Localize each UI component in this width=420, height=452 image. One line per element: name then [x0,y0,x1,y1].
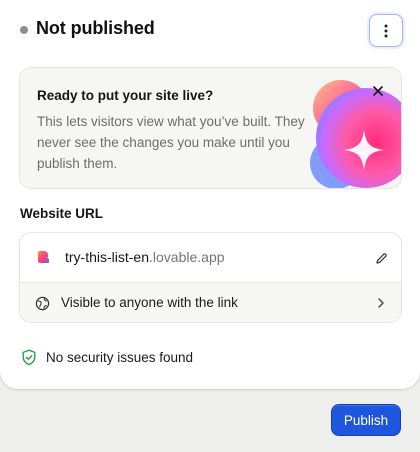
shield-check-icon [22,349,36,366]
promo-description: This lets visitors view what you’ve buil… [37,114,305,171]
visibility-setting-row[interactable]: Visible to anyone with the link [20,282,401,322]
url-row: try-this-list-en.lovable.app [20,233,401,282]
site-domain: .lovable.app [149,249,225,265]
pencil-icon [375,252,387,264]
chevron-right-icon [378,298,384,308]
globe-icon [35,296,50,311]
promo-title: Ready to put your site live? [37,88,214,103]
close-icon [373,86,383,96]
site-url[interactable]: try-this-list-en.lovable.app [65,249,225,265]
security-text: No security issues found [46,350,194,365]
publish-panel: Not published Ready to put your site liv… [0,0,420,389]
website-url-label: Website URL [20,206,104,221]
lovable-logo-icon [38,251,49,263]
promo-close-button[interactable] [369,82,387,100]
website-url-box: try-this-list-en.lovable.app Visible to … [19,232,402,323]
visibility-text: Visible to anyone with the link [61,295,238,310]
publish-button[interactable]: Publish [331,404,401,436]
more-vertical-icon [384,24,388,37]
site-subdomain: try-this-list-en [65,249,150,265]
more-options-button[interactable] [369,14,403,47]
status-dot [20,26,28,34]
edit-url-button[interactable] [371,248,391,268]
publish-promo-card: Ready to put your site live? This lets v… [19,67,402,189]
publish-status-title: Not published [36,18,155,38]
